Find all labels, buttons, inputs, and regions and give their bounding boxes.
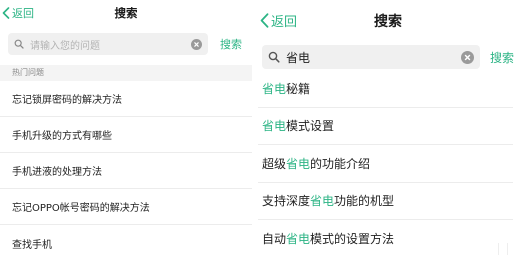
search-query: 省电 [286,50,311,65]
list-item[interactable]: 忘记OPPO帐号密码的解决方法 [0,189,252,225]
result-suffix: 功能的机型 [334,194,395,209]
clear-icon[interactable] [461,50,474,64]
list-item[interactable]: 超级 省电 的功能介绍 [258,145,513,183]
list-item[interactable]: 省电 秘籍 [258,70,513,108]
page-title: 搜索 [114,6,138,20]
search-button[interactable]: 搜索 [220,36,242,52]
result-suffix: 的功能介绍 [310,156,371,171]
result-prefix: 超级 [262,156,287,171]
list-item[interactable]: 自动 省电 模式的设置方法 [258,220,513,258]
header: 返回 搜索 [0,0,252,28]
search-input[interactable]: 请输入您的问题 [8,33,208,55]
search-icon [268,51,280,63]
result-highlight: 省电 [262,119,287,134]
result-highlight: 省电 [286,232,311,247]
result-prefix: 自动 [262,232,287,247]
header: 返回 搜索 [258,0,518,30]
search-result-list: 省电 秘籍 省电 模式设置 超级 省电 的功能介绍 支持深度 省电 功能的机型 自动 省电 模式… [258,70,513,258]
result-suffix: 模式设置 [286,119,335,134]
search-bar: 省电 搜索 [262,45,514,69]
list-item[interactable]: 省电 模式设置 [258,108,513,145]
result-highlight: 省电 [310,194,335,209]
search-results-screen: 返回 搜索 省电 搜索 省电 秘籍 省电 模式设置 超级 省电 的功能介绍 支持深度 省电… [258,0,518,263]
hot-questions-screen: 返回 搜索 请输入您的问题 搜索 热门问题 忘记锁屏密码的解决方法 手机升级的方… [0,0,252,263]
list-item[interactable]: 忘记锁屏密码的解决方法 [0,81,252,117]
search-placeholder: 请输入您的问题 [30,40,100,52]
result-prefix: 支持深度 [262,194,311,209]
list-item[interactable]: 查找手机 [0,225,252,261]
list-item[interactable]: 支持深度 省电 功能的机型 [258,183,513,220]
list-item[interactable]: 手机进液的处理方法 [0,153,252,189]
search-bar: 请输入您的问题 搜索 [8,33,242,55]
page-title: 搜索 [374,14,402,30]
result-suffix: 秘籍 [286,81,311,96]
clear-icon[interactable] [191,38,202,50]
section-title: 热门问题 [0,65,252,81]
result-highlight: 省电 [262,81,287,96]
result-suffix: 模式的设置方法 [310,232,395,247]
search-icon [14,39,24,49]
watermark-mark [498,243,508,255]
hot-question-list: 忘记锁屏密码的解决方法 手机升级的方式有哪些 手机进液的处理方法 忘记OPPO帐… [0,81,252,261]
result-highlight: 省电 [286,156,311,171]
search-button[interactable]: 搜索 [490,49,514,66]
search-input[interactable]: 省电 [262,45,480,69]
list-item[interactable]: 手机升级的方式有哪些 [0,117,252,153]
